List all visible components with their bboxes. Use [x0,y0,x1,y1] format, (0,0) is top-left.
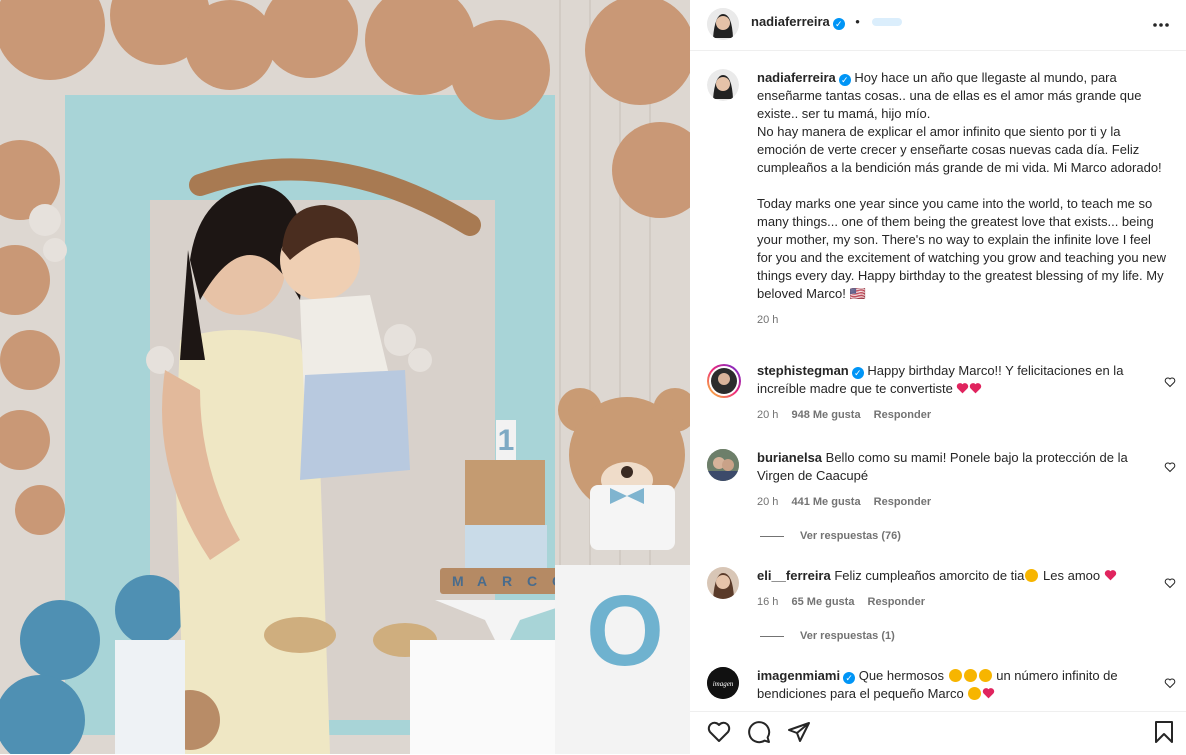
post-details-panel: nadiaferreira ✓ • nadiaferreira ✓ Hoy hace… [690,0,1186,754]
like-icon[interactable] [707,721,731,743]
star-struck-emoji-icon [1025,569,1039,582]
commenter-avatar[interactable] [707,567,739,599]
view-replies-label: Ver respuestas (76) [800,530,901,542]
commenter-avatar[interactable]: imagen [707,667,739,699]
comment-text: Feliz cumpleaños amorcito de tia [834,568,1025,583]
verified-badge-icon: ✓ [838,74,851,86]
post-actions-bar [690,711,1186,755]
header-separator: • [855,14,860,29]
view-replies-label: Ver respuestas (1) [800,630,895,642]
comment-text-end: Les amoo [1043,568,1101,583]
view-replies-button[interactable]: Ver respuestas (76) [760,530,901,542]
replies-line [760,535,784,537]
verified-badge-icon: ✓ [843,672,856,684]
cake-topper-number: 1 [498,424,515,457]
caption-author-avatar[interactable] [707,69,739,101]
like-comment-icon[interactable] [1164,376,1176,388]
caption-author[interactable]: nadiaferreira [757,70,836,85]
comment-time: 20 h [757,409,779,421]
photo-illustration: 1 M A R C O O [0,0,690,754]
caption-time: 20 h [757,314,779,326]
share-icon[interactable] [787,720,811,744]
cake-name-blocks: M A R C O [440,568,570,594]
view-replies-button[interactable]: Ver respuestas (1) [760,630,895,642]
follow-link-blurred[interactable] [872,17,903,26]
red-heart-emoji-icon [957,383,969,394]
caption-text-en: Today marks one year since you came into… [757,196,1170,301]
save-bookmark-icon[interactable] [1153,720,1175,744]
comment-icon[interactable] [747,720,771,744]
replies-line [760,635,784,637]
author-avatar[interactable] [707,8,739,40]
like-comment-icon[interactable] [1164,677,1176,689]
reply-button[interactable]: Responder [874,409,931,421]
comment-text: Que hermosos [858,668,944,683]
red-heart-emoji-icon [970,383,982,394]
comment-username[interactable]: eli__ferreira [757,568,831,583]
letter-cube: O [586,575,664,687]
post-photo[interactable]: 1 M A R C O O [0,0,690,754]
caption-text-es: Hoy hace un año que llegaste al mundo, p… [757,70,1162,175]
comment-time: 20 h [757,496,779,508]
comment-likes[interactable]: 441 Me gusta [791,496,860,508]
like-comment-icon[interactable] [1164,461,1176,473]
comment-likes[interactable]: 65 Me gusta [791,596,854,608]
commenter-avatar[interactable] [707,449,739,481]
verified-badge-icon: ✓ [832,18,845,30]
comment-username[interactable]: imagenmiami [757,668,840,683]
red-heart-emoji-icon [983,688,995,699]
comment-time: 16 h [757,596,779,608]
verified-badge-icon: ✓ [851,367,864,379]
svg-text:M: M [452,573,464,589]
comments-scroll-area[interactable]: nadiaferreira ✓ Hoy hace un año que llega… [690,51,1186,711]
red-heart-emoji-icon [1104,570,1116,581]
author-username[interactable]: nadiaferreira [751,14,830,29]
star-struck-emoji-icon [978,669,992,682]
comment-username[interactable]: burianelsa [757,450,822,465]
star-struck-emoji-icon [963,669,977,682]
comment-likes[interactable]: 948 Me gusta [791,409,860,421]
star-struck-emoji-icon [968,687,982,700]
commenter-avatar[interactable] [707,364,741,398]
svg-text:A: A [477,573,487,589]
reply-button[interactable]: Responder [874,496,931,508]
more-options-icon[interactable] [1152,17,1170,33]
avatar-logo-text: imagen [713,680,734,688]
reply-button[interactable]: Responder [868,596,925,608]
star-struck-emoji-icon [948,669,962,682]
post-header: nadiaferreira ✓ • [690,0,1186,51]
svg-text:R: R [502,573,512,589]
caption: nadiaferreira ✓ Hoy hace un año que llega… [757,69,1167,329]
like-comment-icon[interactable] [1164,577,1176,589]
svg-text:C: C [527,573,537,589]
comment-username[interactable]: stephistegman [757,363,849,378]
